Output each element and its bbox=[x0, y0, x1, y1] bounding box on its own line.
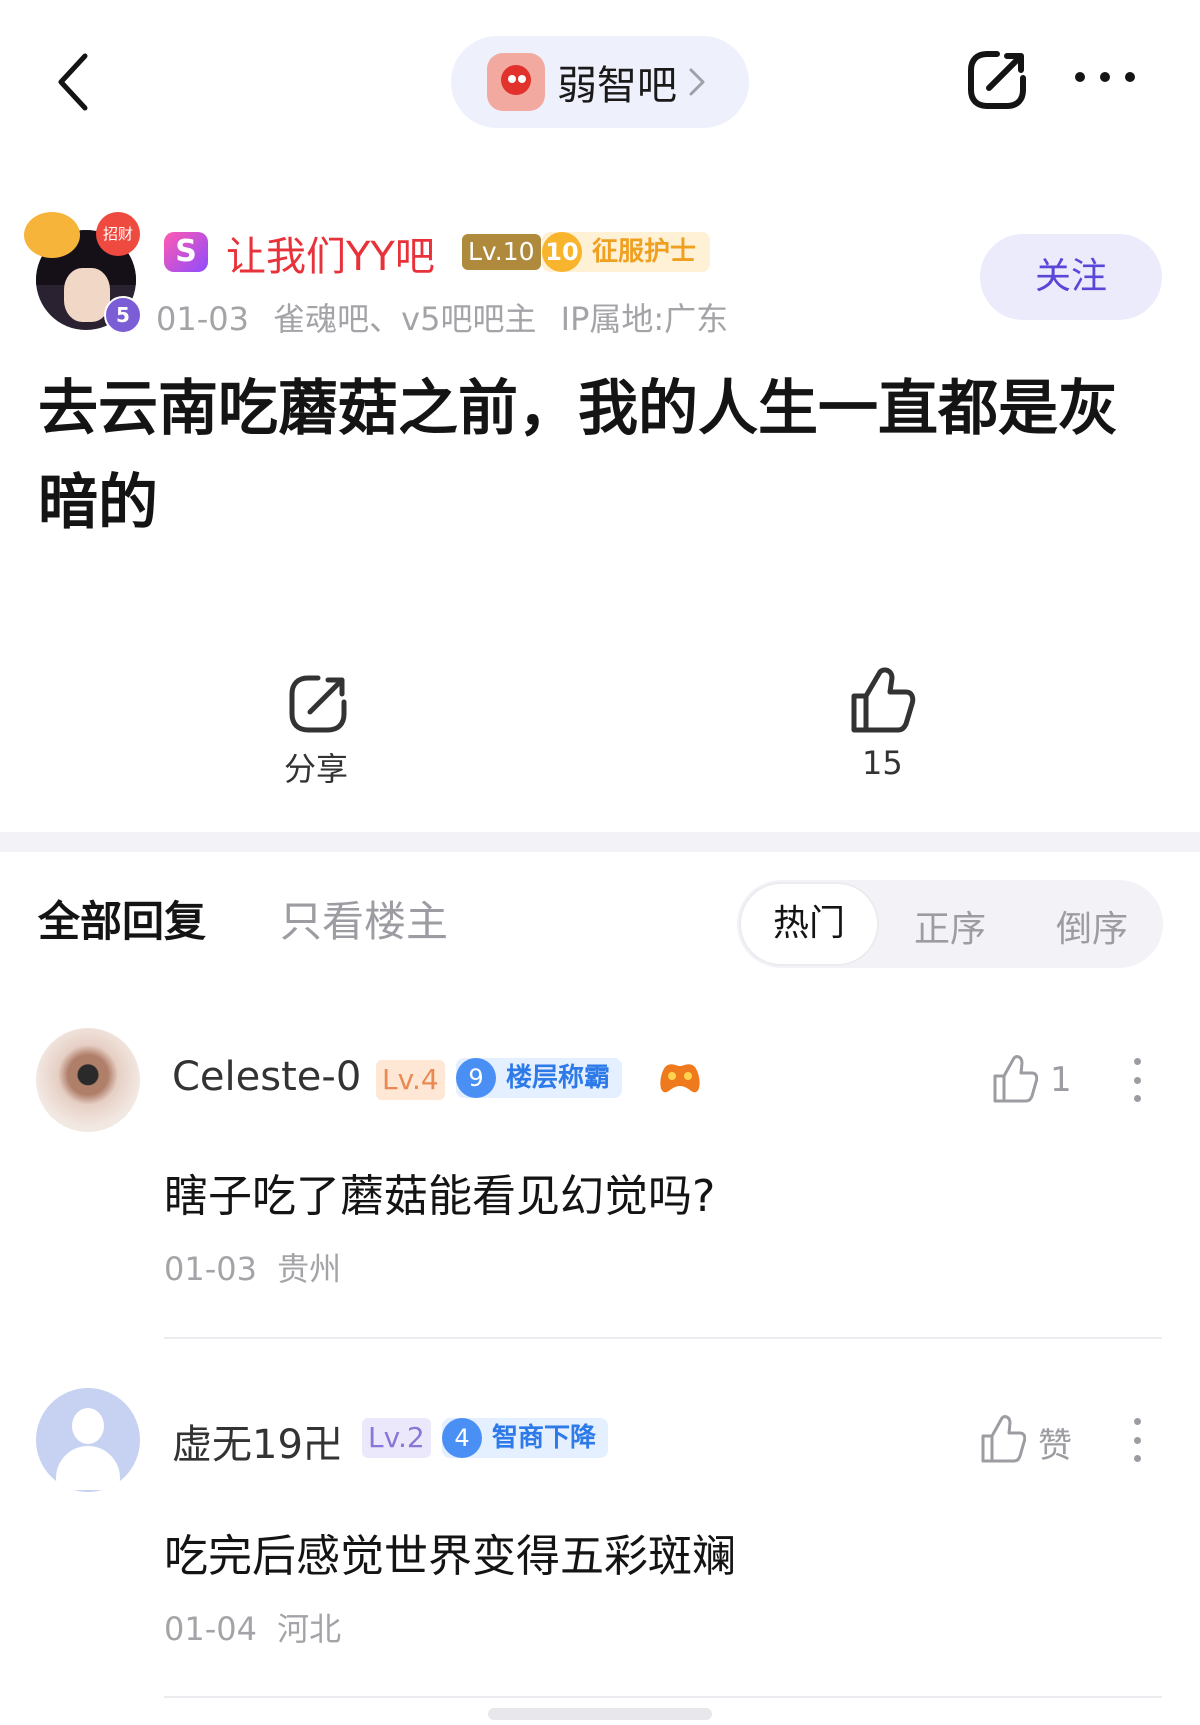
back-icon[interactable] bbox=[55, 52, 95, 112]
reply-divider bbox=[164, 1696, 1162, 1698]
post-title: 去云南吃蘑菇之前，我的人生一直都是灰暗的 bbox=[38, 374, 1118, 538]
more-icon[interactable] bbox=[1075, 72, 1135, 92]
sort-hot-button[interactable]: 热门 bbox=[741, 884, 877, 964]
like-icon[interactable] bbox=[992, 1054, 1038, 1104]
title-badge-label: 征服护士 bbox=[592, 237, 697, 267]
forum-avatar bbox=[487, 53, 545, 111]
kebab-icon[interactable] bbox=[1134, 1058, 1142, 1102]
gamepad-icon bbox=[660, 1064, 700, 1093]
reply-username[interactable]: 虚无19卍 bbox=[172, 1412, 343, 1470]
chevron-right-icon bbox=[689, 68, 705, 96]
title-badge-label: 智商下降 bbox=[492, 1423, 597, 1453]
author-title-badge: 10 征服护士 bbox=[542, 232, 711, 272]
author-name[interactable]: 让我们YY吧 bbox=[226, 224, 435, 282]
avatar-level-badge: 5 bbox=[104, 296, 142, 334]
user-level-badge: Lv.2 bbox=[362, 1418, 431, 1458]
title-level-number: 9 bbox=[456, 1058, 496, 1098]
like-icon[interactable] bbox=[980, 1414, 1026, 1464]
reply-meta: 01-04 河北 bbox=[164, 1610, 342, 1648]
reply-like-count: 1 bbox=[1050, 1060, 1072, 1100]
reply-content: 瞎子吃了蘑菇能看见幻觉吗? bbox=[164, 1171, 716, 1222]
title-badge-label: 楼层称霸 bbox=[506, 1063, 611, 1093]
share-icon[interactable] bbox=[965, 48, 1029, 112]
forum-entry-pill[interactable]: 弱智吧 bbox=[451, 36, 749, 128]
tab-all-replies[interactable]: 全部回复 bbox=[38, 888, 206, 949]
forum-name: 弱智吧 bbox=[557, 63, 677, 109]
reply-meta: 01-03 贵州 bbox=[164, 1250, 342, 1288]
author-level-badge: Lv.10 bbox=[462, 234, 541, 270]
follow-button[interactable]: 关注 bbox=[980, 234, 1162, 320]
kebab-icon[interactable] bbox=[1134, 1418, 1142, 1462]
vip-icon: S bbox=[164, 232, 208, 272]
reply-divider bbox=[164, 1337, 1162, 1339]
section-divider bbox=[0, 832, 1200, 852]
reply-content: 吃完后感觉世界变得五彩斑斓 bbox=[164, 1531, 736, 1582]
avatar-fortune-badge: 招财 bbox=[96, 212, 140, 256]
reply-like-label[interactable]: 赞 bbox=[1038, 1418, 1072, 1467]
share-icon[interactable] bbox=[282, 672, 354, 736]
avatar[interactable] bbox=[36, 1388, 140, 1492]
sort-ascending-button[interactable]: 正序 bbox=[914, 900, 986, 952]
like-count: 15 bbox=[862, 744, 903, 782]
sort-descending-button[interactable]: 倒序 bbox=[1056, 900, 1128, 952]
title-level-number: 10 bbox=[542, 232, 582, 272]
avatar[interactable] bbox=[36, 1028, 140, 1132]
tab-op-only[interactable]: 只看楼主 bbox=[280, 888, 448, 949]
post-meta: 01-03 雀魂吧、v5吧吧主 IP属地:广东 bbox=[156, 300, 729, 338]
share-label[interactable]: 分享 bbox=[284, 744, 348, 790]
home-indicator bbox=[488, 1708, 712, 1720]
reply-username[interactable]: Celeste-0 bbox=[172, 1054, 361, 1100]
author-avatar[interactable]: 招财 5 bbox=[24, 212, 142, 334]
title-level-number: 4 bbox=[442, 1418, 482, 1458]
user-level-badge: Lv.4 bbox=[376, 1060, 445, 1100]
user-title-badge: 4 智商下降 bbox=[442, 1418, 609, 1458]
user-title-badge: 9 楼层称霸 bbox=[456, 1058, 623, 1098]
like-icon[interactable] bbox=[850, 666, 916, 734]
